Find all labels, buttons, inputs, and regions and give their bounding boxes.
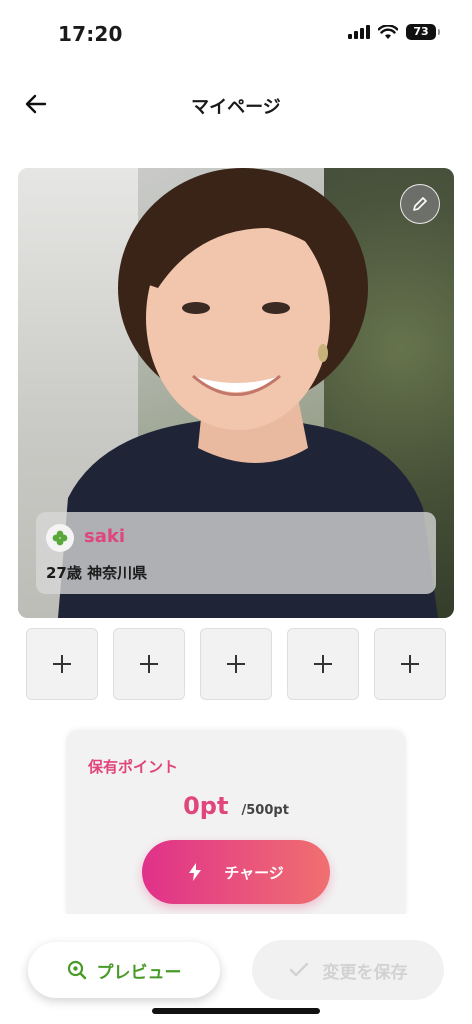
pencil-icon xyxy=(413,197,427,211)
add-photo-slot[interactable] xyxy=(26,628,98,700)
profile-photo-card[interactable]: saki 27歳 神奈川県 xyxy=(18,168,454,618)
battery-icon: 73 xyxy=(406,24,440,40)
check-icon xyxy=(289,962,308,977)
header: マイページ xyxy=(0,80,472,130)
lightning-icon xyxy=(189,863,202,881)
add-photo-slot[interactable] xyxy=(287,628,359,700)
points-card: 保有ポイント 0pt /500pt チャージ xyxy=(66,730,406,914)
add-photo-slot[interactable] xyxy=(200,628,272,700)
charge-button[interactable]: チャージ xyxy=(142,840,330,904)
plus-icon xyxy=(53,655,71,673)
points-value-row: 0pt /500pt xyxy=(66,792,406,820)
preview-button[interactable]: プレビュー xyxy=(28,942,220,998)
plus-icon xyxy=(314,655,332,673)
page-title: マイページ xyxy=(191,97,281,118)
home-indicator xyxy=(152,1008,320,1014)
points-label: 保有ポイント xyxy=(88,758,179,776)
add-photo-slot[interactable] xyxy=(113,628,185,700)
photo-slots xyxy=(26,628,446,700)
cellular-signal-icon xyxy=(348,25,370,39)
status-bar: 17:20 73 xyxy=(0,0,472,60)
clover-icon xyxy=(46,524,74,552)
save-label: 変更を保存 xyxy=(322,962,408,983)
plus-icon xyxy=(140,655,158,673)
points-max: /500pt xyxy=(241,803,289,818)
plus-icon xyxy=(401,655,419,673)
profile-name: saki xyxy=(84,526,126,547)
profile-age-location: 27歳 神奈川県 xyxy=(46,564,148,582)
status-icons: 73 xyxy=(348,24,440,40)
preview-label: プレビュー xyxy=(96,962,182,983)
edit-photo-button[interactable] xyxy=(400,184,440,224)
charge-label: チャージ xyxy=(224,863,284,882)
bottom-action-bar: プレビュー 変更を保存 xyxy=(0,914,472,1024)
add-photo-slot[interactable] xyxy=(374,628,446,700)
status-time: 17:20 xyxy=(58,22,123,46)
save-changes-button[interactable]: 変更を保存 xyxy=(252,940,444,1000)
preview-search-icon xyxy=(67,960,86,980)
wifi-icon xyxy=(378,24,398,39)
profile-info-overlay: saki 27歳 神奈川県 xyxy=(36,512,436,594)
plus-icon xyxy=(227,655,245,673)
points-value: 0pt xyxy=(183,792,229,820)
